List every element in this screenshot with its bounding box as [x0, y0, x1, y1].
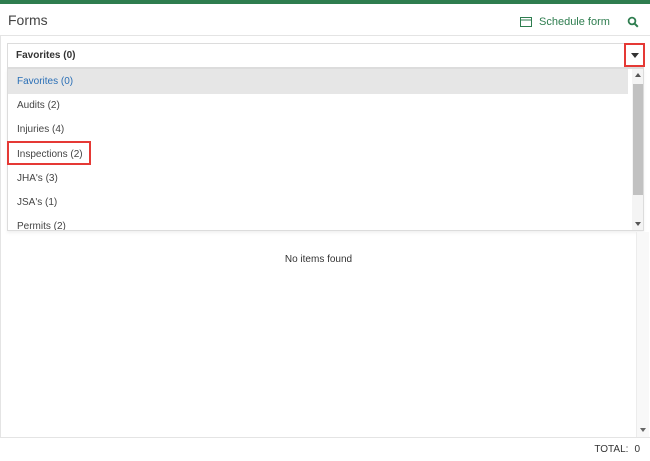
scroll-up-icon[interactable] — [635, 73, 641, 77]
dropdown-option-injuries[interactable]: Injuries (4) — [8, 117, 628, 142]
schedule-form-button[interactable]: Schedule form — [520, 14, 610, 30]
total-count: TOTAL: 0 — [594, 444, 640, 455]
empty-state-message: No items found — [284, 254, 353, 265]
page-header: Forms Schedule form — [0, 4, 650, 36]
calendar-icon — [520, 17, 532, 27]
dropdown-scrollbar[interactable] — [632, 69, 643, 230]
dropdown-option-favorites[interactable]: Favorites (0) — [8, 69, 628, 94]
dropdown-option-jhas[interactable]: JHA's (3) — [8, 166, 628, 191]
category-dropdown-list: Favorites (0) Audits (2) Injuries (4) In… — [7, 68, 644, 231]
page-title: Forms — [8, 12, 48, 28]
scroll-down-icon[interactable] — [635, 222, 641, 226]
dropdown-option-jsas[interactable]: JSA's (1) — [8, 190, 628, 215]
chevron-down-icon — [630, 52, 639, 58]
search-button[interactable] — [627, 15, 641, 29]
scroll-down-icon[interactable] — [640, 428, 646, 432]
search-icon — [627, 16, 639, 28]
list-footer: TOTAL: 0 — [0, 437, 650, 461]
left-border — [0, 36, 1, 461]
dropdown-option-inspections[interactable]: Inspections (2) — [8, 142, 628, 167]
content-scrollbar[interactable] — [636, 232, 649, 437]
dropdown-option-permits[interactable]: Permits (2) — [8, 214, 628, 230]
scrollbar-thumb[interactable] — [633, 84, 643, 195]
dropdown-option-audits[interactable]: Audits (2) — [8, 93, 628, 118]
dropdown-toggle-button[interactable] — [624, 43, 645, 67]
select-value: Favorites (0) — [16, 50, 76, 61]
schedule-form-label: Schedule form — [539, 16, 610, 28]
total-label: TOTAL: — [594, 444, 629, 455]
total-value: 0 — [634, 444, 640, 455]
form-category-select[interactable]: Favorites (0) — [7, 43, 644, 68]
